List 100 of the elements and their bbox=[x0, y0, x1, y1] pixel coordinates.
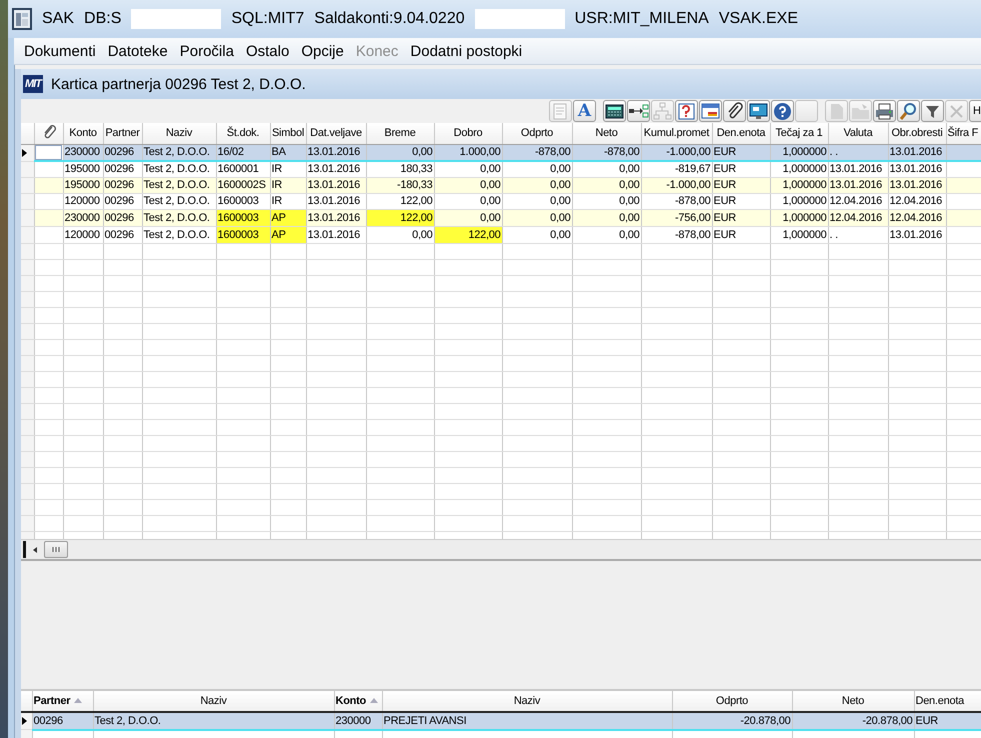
table-cell: 00296 bbox=[104, 195, 134, 207]
column-header[interactable]: Obr.obresti bbox=[888, 123, 946, 144]
table-cell: 1600003 bbox=[218, 195, 259, 207]
search-button[interactable] bbox=[897, 100, 920, 122]
help-button[interactable] bbox=[771, 100, 794, 122]
help-doc-button[interactable] bbox=[675, 100, 698, 122]
column-header[interactable]: Konto bbox=[334, 691, 382, 712]
menu-item[interactable]: Ostalo bbox=[240, 42, 296, 60]
column-header[interactable]: Den.enota bbox=[914, 691, 981, 712]
table-cell: 0,00 bbox=[412, 228, 432, 240]
table-cell: 230000 bbox=[64, 146, 100, 158]
table-cell: IR bbox=[272, 179, 282, 191]
table-cell: Test 2, D.O.O. bbox=[144, 179, 210, 191]
paperclip-button[interactable] bbox=[723, 100, 746, 122]
table-cell: 0,00 bbox=[550, 212, 570, 224]
column-header[interactable]: Simbol bbox=[270, 123, 306, 144]
table-cell: 0,00 bbox=[619, 212, 640, 224]
table-cell: -20.878,00 bbox=[740, 714, 790, 727]
column-header[interactable]: Naziv bbox=[142, 123, 216, 144]
menu-item[interactable]: Dokumenti bbox=[18, 42, 102, 60]
column-header[interactable]: Odprto bbox=[672, 691, 792, 712]
table-cell: 230000 bbox=[64, 212, 100, 224]
column-header[interactable]: Breme bbox=[366, 123, 434, 144]
table-cell: 120000 bbox=[64, 195, 100, 207]
table-cell: 122,00 bbox=[366, 210, 434, 226]
table-cell: 0,00 bbox=[619, 228, 640, 240]
table-cell: 0,00 bbox=[619, 179, 640, 191]
table-cell: 1.000,00 bbox=[460, 146, 500, 158]
table-cell: 1600001 bbox=[218, 163, 259, 176]
table-cell: EUR bbox=[714, 212, 736, 224]
window-title: Saldakonti:9.04.0220 bbox=[314, 10, 465, 28]
column-header[interactable]: Šifra F bbox=[946, 123, 981, 144]
table-cell: 230000 bbox=[336, 714, 371, 727]
table-cell: EUR bbox=[714, 179, 736, 191]
monitor-icon bbox=[748, 101, 769, 121]
table-cell: IR bbox=[272, 163, 282, 176]
column-header[interactable]: Kumul.promet bbox=[641, 123, 712, 144]
column-header[interactable]: Neto bbox=[792, 691, 914, 712]
table-cell: 1,000000 bbox=[782, 163, 826, 176]
window-button[interactable] bbox=[699, 100, 722, 122]
table-cell: PREJETI AVANSI bbox=[384, 714, 466, 727]
column-header[interactable]: Den.enota bbox=[712, 123, 770, 144]
table-cell: Test 2, D.O.O. bbox=[144, 146, 210, 158]
table-cell: -20.878,00 bbox=[862, 714, 912, 727]
table-cell: 13.01.2016 bbox=[890, 146, 942, 158]
search-icon bbox=[898, 101, 919, 121]
table-cell: 16/02 bbox=[218, 146, 244, 158]
toolbar-button[interactable]: A bbox=[573, 100, 596, 122]
column-header[interactable]: Naziv bbox=[382, 691, 672, 712]
scrollbar-thumb[interactable] bbox=[44, 541, 68, 558]
menu-item[interactable]: Opcije bbox=[295, 42, 350, 60]
column-header[interactable]: Valuta bbox=[828, 123, 888, 144]
table-cell: -878,00 bbox=[534, 146, 570, 158]
table-cell: 13.01.2016 bbox=[890, 228, 942, 240]
table-cell: 0,00 bbox=[480, 163, 500, 176]
menu-item[interactable]: Dodatni postopki bbox=[404, 42, 528, 60]
menu-item[interactable]: Poročila bbox=[174, 42, 240, 60]
column-header[interactable]: Dobro bbox=[434, 123, 502, 144]
flow-button[interactable] bbox=[627, 100, 650, 122]
table-cell: 0,00 bbox=[480, 179, 500, 191]
table-cell: 13.01.2016 bbox=[890, 163, 942, 176]
table-cell: -819,67 bbox=[674, 163, 710, 176]
column-header[interactable]: Naziv bbox=[93, 691, 334, 712]
table-cell: AP bbox=[270, 226, 306, 242]
table-cell: 180,33 bbox=[400, 163, 432, 176]
table-cell: 12.04.2016 bbox=[830, 212, 882, 224]
table-cell: 13.01.2016 bbox=[308, 179, 360, 191]
table-cell: 122,00 bbox=[400, 195, 432, 207]
table-cell: . . bbox=[830, 228, 838, 240]
column-header[interactable]: Partner bbox=[103, 123, 142, 144]
column-header[interactable]: Partner bbox=[32, 691, 93, 712]
filter-button[interactable] bbox=[921, 100, 944, 122]
window-title: Kartica partnerja 00296 Test 2, D.O.O. bbox=[50, 76, 306, 92]
table-cell: 0,00 bbox=[480, 195, 500, 207]
column-header[interactable]: Dat.veljave bbox=[306, 123, 366, 144]
table-cell: 1,000000 bbox=[782, 228, 826, 240]
window-title: VSAK.EXE bbox=[718, 10, 798, 28]
app-icon bbox=[12, 8, 32, 30]
monitor-button[interactable] bbox=[747, 100, 770, 122]
table-cell: 195000 bbox=[64, 179, 100, 191]
toolbar-button[interactable]: H bbox=[969, 100, 981, 122]
table-cell: 12.04.2016 bbox=[830, 195, 882, 207]
table-cell: 13.01.2016 bbox=[308, 195, 360, 207]
table-cell: Test 2, D.O.O. bbox=[94, 714, 161, 727]
table-cell: BA bbox=[272, 146, 286, 158]
calculator-button[interactable] bbox=[603, 100, 626, 122]
table-cell: 13.01.2016 bbox=[830, 179, 882, 191]
column-header[interactable]: Št.dok. bbox=[216, 123, 270, 144]
table-cell: 0,00 bbox=[480, 212, 500, 224]
folder-icon bbox=[850, 101, 871, 121]
column-header[interactable]: Tečaj za 1 bbox=[770, 123, 828, 144]
column-header[interactable]: Neto bbox=[572, 123, 641, 144]
menu-item[interactable]: Datoteke bbox=[102, 42, 174, 60]
printer-button[interactable] bbox=[873, 100, 896, 122]
column-header[interactable]: Odprto bbox=[502, 123, 572, 144]
table-cell: 1600003 bbox=[216, 226, 270, 242]
table-cell: 120000 bbox=[64, 228, 100, 240]
table-cell: EUR bbox=[714, 146, 736, 158]
column-header[interactable]: Konto bbox=[63, 123, 103, 144]
table-cell: 0,00 bbox=[412, 146, 432, 158]
